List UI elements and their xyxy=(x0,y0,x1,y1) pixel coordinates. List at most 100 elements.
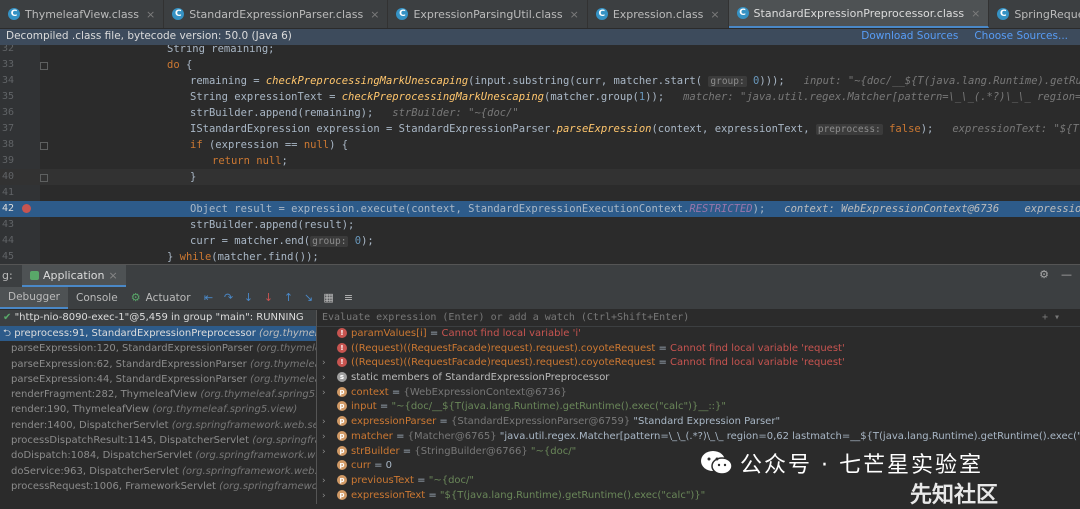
variable-row[interactable]: › s static members of StandardExpressionPr… xyxy=(317,371,1080,386)
editor-tab[interactable]: C ThymeleafView.class × xyxy=(0,0,165,28)
variable-name: expressionText xyxy=(351,489,426,501)
class-file-icon: C xyxy=(595,8,608,20)
error-icon: ! xyxy=(337,357,347,368)
stack-frame[interactable]: render:1400, DispatcherServlet (org.spri… xyxy=(0,418,316,433)
editor-tab[interactable]: C StandardExpressionParser.class × xyxy=(164,0,389,28)
stack-frame[interactable]: parseExpression:44, StandardExpressionPa… xyxy=(0,372,316,387)
editor-tab[interactable]: C ExpressionParsingUtil.class × xyxy=(388,0,588,28)
stack-frame[interactable]: processRequest:1006, FrameworkServlet (o… xyxy=(0,479,316,494)
frame-package: (org.thymeleaf.spring5.view) xyxy=(200,389,316,401)
variable-sval: "~{doc/" xyxy=(428,474,475,486)
expand-arrow-icon[interactable]: › xyxy=(322,386,326,401)
thread-running-icon: ✔ xyxy=(3,312,12,323)
variable-name: matcher xyxy=(351,430,393,442)
editor-tab[interactable]: C StandardExpressionPreprocessor.class × xyxy=(728,0,990,28)
stack-frame[interactable]: renderFragment:282, ThymeleafView (org.t… xyxy=(0,387,316,402)
thread-selector[interactable]: ✔ "http-nio-8090-exec-1"@5,459 in group … xyxy=(0,310,316,326)
expand-arrow-icon[interactable]: › xyxy=(322,489,326,504)
variable-row[interactable]: ! ((Request)((RequestFacade)request).requ… xyxy=(317,342,1080,357)
variable-row[interactable]: ›! ((Request)((RequestFacade)request).req… xyxy=(317,356,1080,371)
step-over-icon[interactable]: ↷ xyxy=(223,292,235,304)
tab-debugger[interactable]: Debugger xyxy=(0,287,68,309)
variable-val: "java.util.regex.Matcher[pattern=\_\_(.*… xyxy=(496,430,1080,442)
code-line-41: 41 xyxy=(1,187,14,198)
step-out-icon[interactable]: ↑ xyxy=(283,292,295,304)
editor-tab[interactable]: CSpringRequestUtils.class× xyxy=(989,0,1080,28)
close-tab-icon[interactable]: × xyxy=(570,8,579,21)
force-step-into-icon[interactable]: ↓ xyxy=(263,292,275,304)
tab-application[interactable]: Application × xyxy=(22,265,126,287)
debugger-toolbar: Debugger Console ⚙ Actuator ⇤ ↷ ↓ ↓ ↑ ↘ … xyxy=(0,287,1080,310)
variable-err: Cannot find local variable 'request' xyxy=(670,357,845,369)
variable-row[interactable]: ! paramValues[i] = Cannot find local vari… xyxy=(317,327,1080,342)
show-execution-point-icon[interactable]: ⇤ xyxy=(203,292,215,304)
static-icon: s xyxy=(337,372,347,383)
expand-arrow-icon[interactable]: › xyxy=(322,415,326,430)
variable-name: curr xyxy=(351,460,371,472)
variable-row[interactable]: › p expressionParser = {StandardExpression… xyxy=(317,415,1080,430)
variable-icon: p xyxy=(337,474,347,485)
step-into-icon[interactable]: ↓ xyxy=(243,292,255,304)
variable-row[interactable]: › p context = {WebExpressionContext@6736} xyxy=(317,386,1080,401)
stack-frame[interactable]: doDispatch:1084, DispatcherServlet (org.… xyxy=(0,448,316,463)
close-tab-icon[interactable]: × xyxy=(370,8,379,21)
code-line-42-breakpoint: 42 Object result = expression.execute(con… xyxy=(0,201,1080,217)
evaluate-expression-input[interactable]: Evaluate expression (Enter) or add a wat… xyxy=(317,310,1080,327)
tab-actuator[interactable]: Actuator xyxy=(146,292,191,304)
editor-tab[interactable]: C Expression.class × xyxy=(588,0,729,28)
choose-sources-link[interactable]: Choose Sources... xyxy=(974,30,1068,42)
frame-method: processRequest:1006, FrameworkServlet xyxy=(11,480,216,492)
class-file-icon: C xyxy=(997,8,1010,20)
stack-frame[interactable]: processDispatchResult:1145, DispatcherSe… xyxy=(0,433,316,448)
variable-val: 0 xyxy=(385,460,393,472)
stack-frame[interactable]: render:190, ThymeleafView (org.thymeleaf… xyxy=(0,402,316,417)
code-line-43: 43 strBuilder.append(result); xyxy=(1,219,355,231)
stack-frame[interactable]: ⮌ preprocess:91, StandardExpressionPrepr… xyxy=(0,326,316,342)
run-to-cursor-icon[interactable]: ↘ xyxy=(303,292,315,304)
close-tab-icon[interactable]: × xyxy=(971,7,980,20)
variable-row[interactable]: p input = "~{doc/__${T(java.lang.Runtime)… xyxy=(317,400,1080,415)
variable-eq: = xyxy=(413,474,429,486)
stack-frame[interactable]: parseExpression:120, StandardExpressionP… xyxy=(0,341,316,356)
frame-package: (org.springframework.web.se xyxy=(219,480,317,492)
variable-icon: p xyxy=(337,416,347,427)
code-line-35: 35 String expressionText = checkPreproces… xyxy=(1,91,1080,103)
variable-row[interactable]: › p matcher = {Matcher@6765} "java.util.re… xyxy=(317,430,1080,445)
frame-method: parseExpression:120, StandardExpressionP… xyxy=(11,343,254,355)
expand-arrow-icon[interactable]: › xyxy=(322,445,326,460)
breakpoint-icon[interactable] xyxy=(22,204,31,213)
close-tab-icon[interactable]: × xyxy=(710,8,719,21)
evaluate-icon[interactable]: ▦ xyxy=(323,292,335,304)
frame-method: preprocess:91, StandardExpressionPreproc… xyxy=(14,328,256,339)
expand-arrow-icon[interactable]: › xyxy=(322,430,326,445)
stack-frame[interactable]: doService:963, DispatcherServlet (org.sp… xyxy=(0,464,316,479)
code-line-32: 32 String remaining; xyxy=(1,45,275,55)
expand-arrow-icon[interactable]: › xyxy=(322,371,326,386)
tab-console[interactable]: Console xyxy=(68,287,126,309)
minimize-icon[interactable]: — xyxy=(1061,268,1072,281)
frame-method: processDispatchResult:1145, DispatcherSe… xyxy=(11,435,249,447)
variable-name: expressionParser xyxy=(351,416,437,428)
debug-label: g: xyxy=(2,269,13,282)
variable-type: {StandardExpressionParser@6759} xyxy=(450,416,631,428)
add-watch-icon[interactable]: + ▾ xyxy=(1042,310,1060,326)
settings-gear-icon[interactable]: ⚙ xyxy=(1039,268,1049,281)
variable-type: {Matcher@6765} xyxy=(407,430,497,442)
expand-arrow-icon[interactable]: › xyxy=(322,356,326,371)
expand-arrow-icon[interactable]: › xyxy=(322,474,326,489)
variable-icon: p xyxy=(337,445,347,456)
code-editor[interactable]: 32 String remaining; 33 do { 34 remaining =… xyxy=(0,45,1080,264)
variable-type: {WebExpressionContext@6736} xyxy=(403,386,567,398)
close-tab-icon[interactable]: × xyxy=(146,8,155,21)
variable-eq: = xyxy=(436,416,451,428)
layout-icon[interactable]: ≡ xyxy=(343,292,355,304)
download-sources-link[interactable]: Download Sources xyxy=(861,30,958,42)
frame-package: (org.springframework.web.servlet) xyxy=(182,465,316,477)
watermark-text-secondary: 先知社区 xyxy=(910,483,999,508)
variable-val: "Standard Expression Parser" xyxy=(630,416,781,428)
frame-package: (org.springframework.web.servlet) xyxy=(171,419,316,431)
variable-err: Cannot find local variable 'i' xyxy=(441,328,581,339)
code-line-38: 38 if (expression == null) { xyxy=(1,139,349,151)
class-file-icon: C xyxy=(8,8,20,20)
stack-frame[interactable]: parseExpression:62, StandardExpressionPa… xyxy=(0,357,316,372)
